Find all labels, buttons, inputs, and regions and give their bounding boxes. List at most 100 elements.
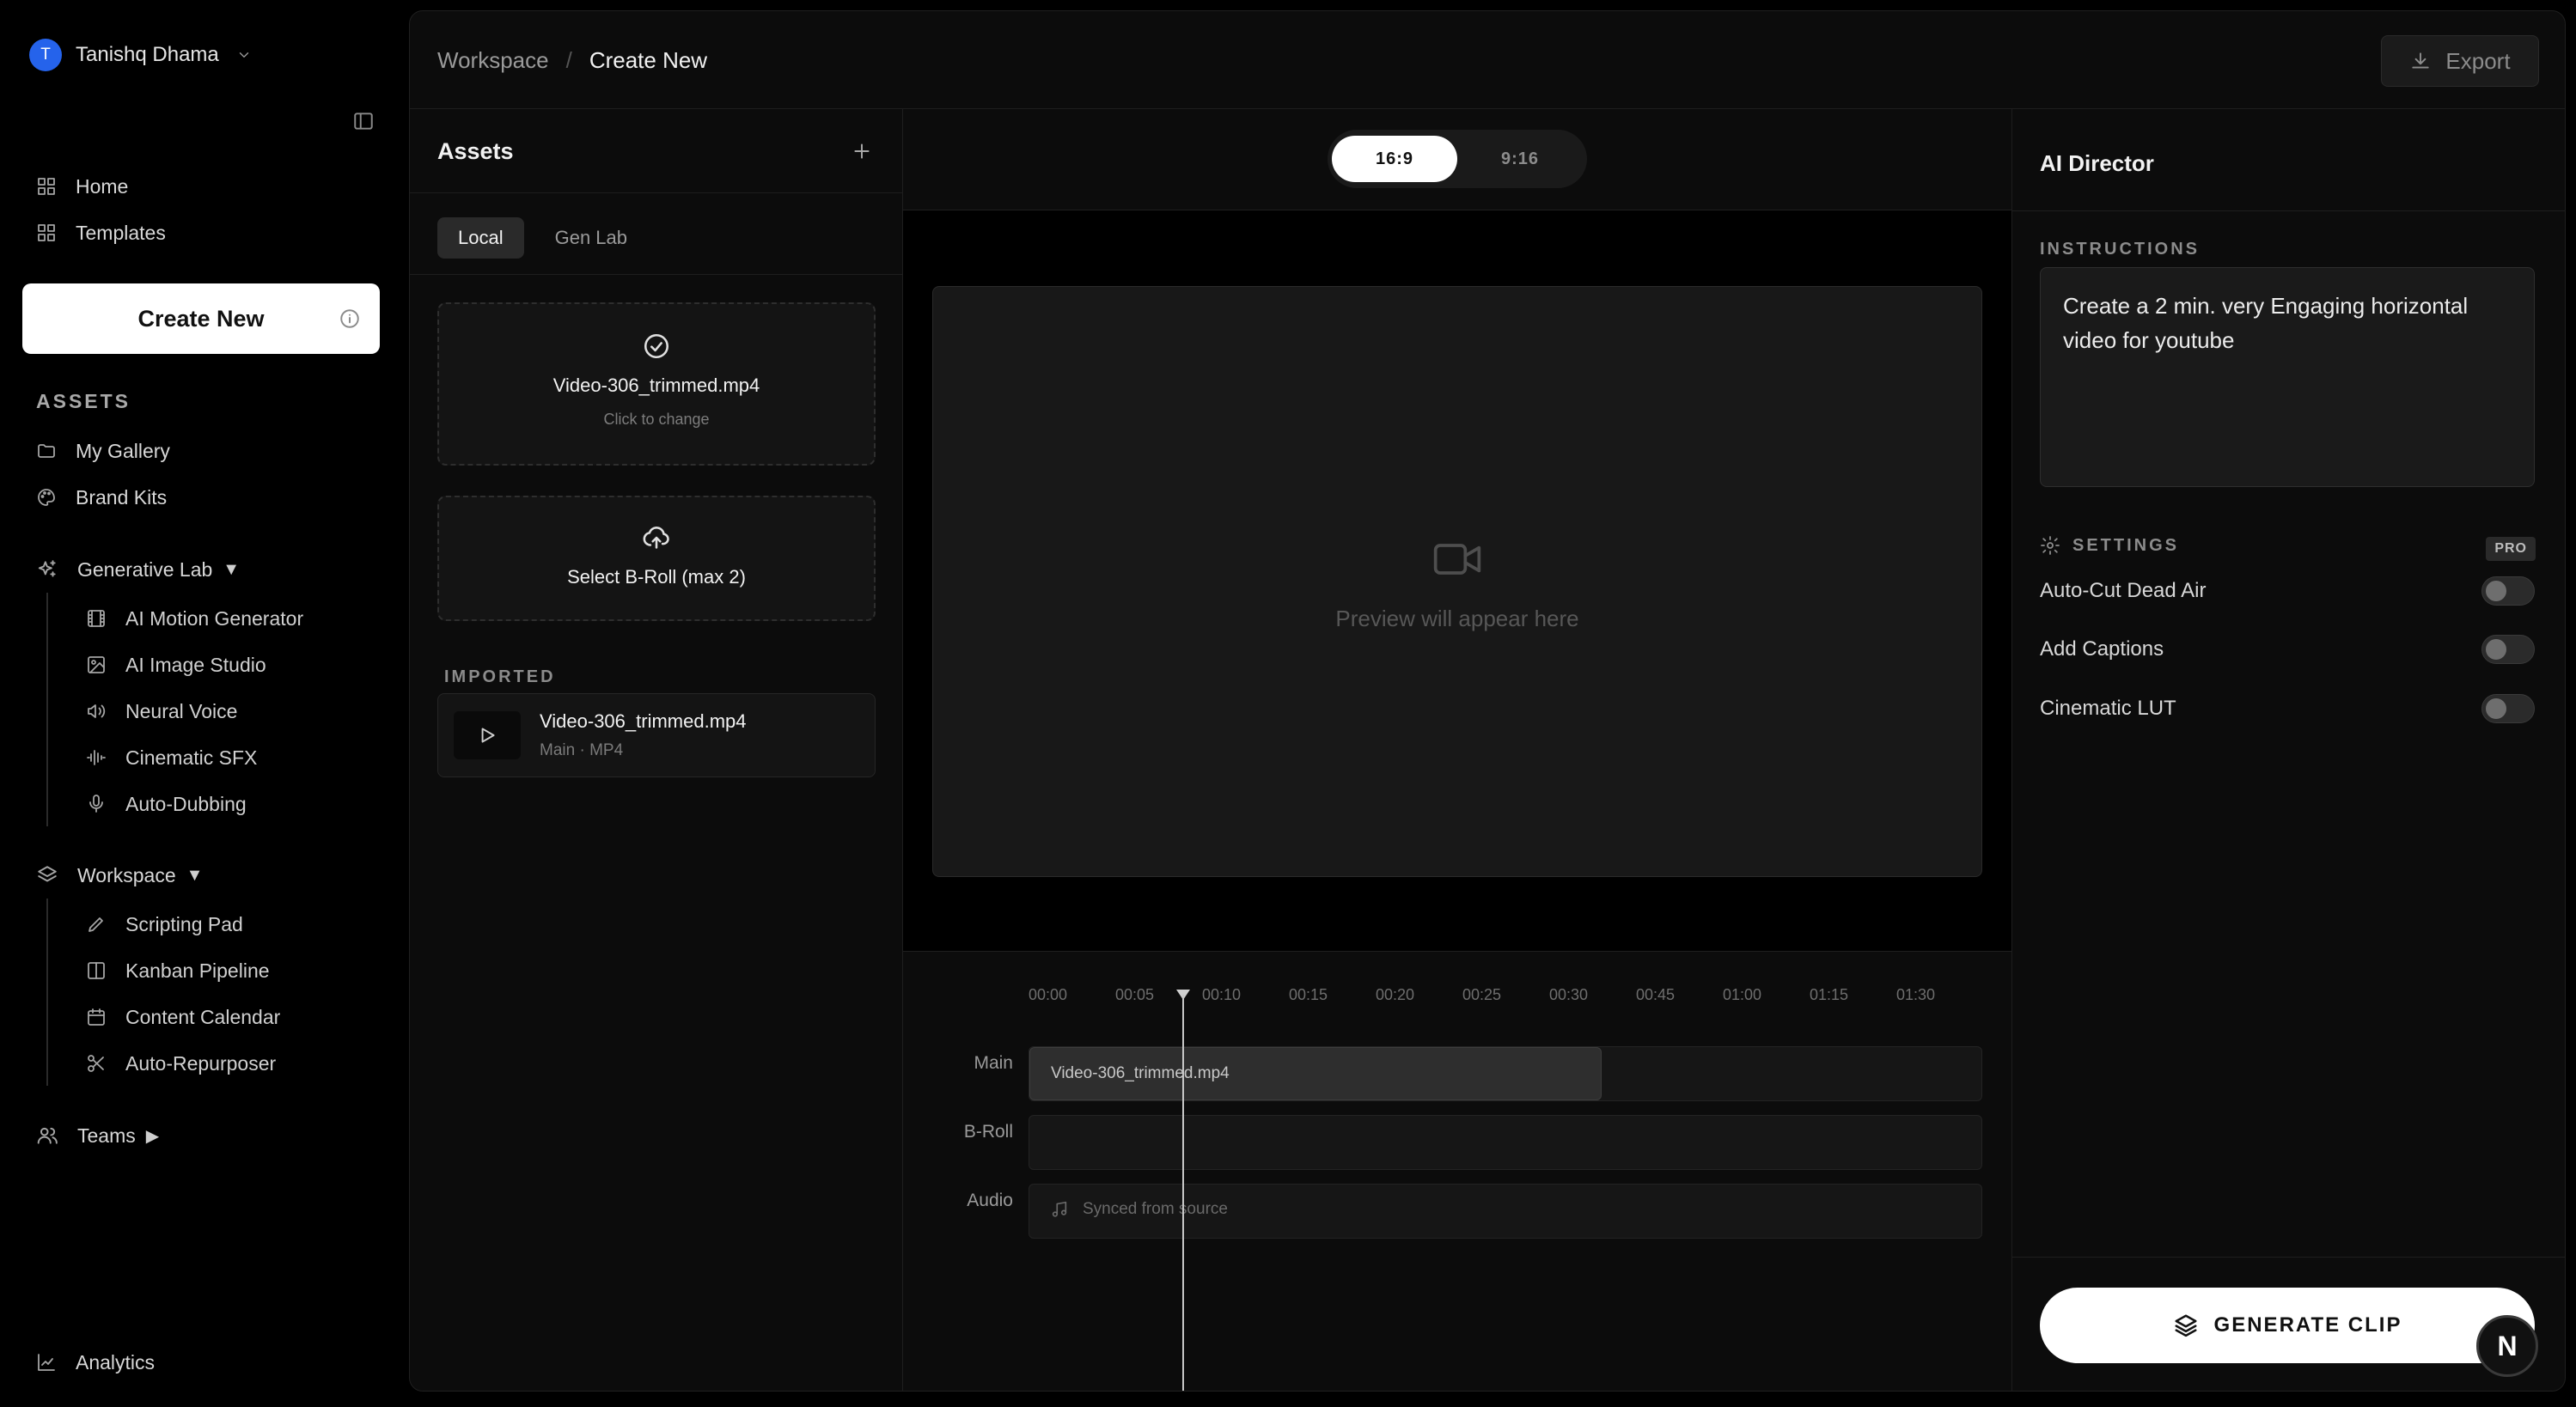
tree-line (46, 593, 48, 826)
nav-home-label: Home (76, 174, 129, 198)
instructions-label: INSTRUCTIONS (2040, 240, 2200, 259)
scripting-pad-label: Scripting Pad (125, 912, 243, 935)
analytics-label: Analytics (76, 1350, 156, 1374)
generative-lab-label: Generative Lab (77, 557, 213, 581)
track-label-audio: Audio (967, 1191, 1013, 1210)
play-icon[interactable] (454, 711, 521, 759)
tab-gen-lab[interactable]: Gen Lab (534, 217, 648, 259)
imported-item[interactable]: Video-306_trimmed.mp4 Main · MP4 (437, 693, 876, 777)
click-to-change-text: Click to change (603, 411, 710, 428)
broll-upload-label: Select B-Roll (max 2) (567, 566, 746, 588)
plus-icon[interactable] (851, 140, 873, 162)
tick-label: 00:00 (1029, 986, 1068, 1003)
generate-clip-label: GENERATE CLIP (2213, 1313, 2402, 1337)
nav-my-gallery[interactable]: My Gallery (36, 434, 170, 468)
users-icon (36, 1124, 58, 1147)
ai-director-title: AI Director (2040, 150, 2154, 176)
caret-down-icon: ▼ (223, 559, 241, 579)
track-broll[interactable] (1029, 1115, 1982, 1170)
nav-home[interactable]: Home (36, 169, 128, 204)
tick-label: 01:15 (1810, 986, 1849, 1003)
nav-cinematic-sfx[interactable]: Cinematic SFX (86, 740, 257, 775)
tree-line (46, 898, 48, 1086)
generate-clip-button[interactable]: GENERATE CLIP (2040, 1288, 2535, 1363)
nav-brand-kits-label: Brand Kits (76, 485, 168, 509)
nav-my-gallery-label: My Gallery (76, 439, 170, 462)
tick-label: 00:20 (1376, 986, 1415, 1003)
caret-right-icon: ▶ (145, 1126, 160, 1146)
nav-analytics[interactable]: Analytics (36, 1345, 155, 1380)
nav-ai-image-studio[interactable]: AI Image Studio (86, 648, 266, 682)
user-menu[interactable]: T Tanishq Dhama (29, 38, 252, 72)
audio-synced-text: Synced from source (1083, 1200, 1228, 1218)
nav-brand-kits[interactable]: Brand Kits (36, 480, 167, 515)
aspect-ratio-toggle: 16:9 9:16 (1328, 130, 1587, 188)
layers-icon (36, 864, 58, 886)
grid-icon (36, 222, 57, 243)
microphone-icon (86, 794, 107, 814)
playhead[interactable] (1182, 995, 1184, 1391)
tick-label: 00:05 (1115, 986, 1155, 1003)
nav-neural-voice[interactable]: Neural Voice (86, 694, 237, 728)
export-button[interactable]: Export (2381, 35, 2539, 87)
instructions-textarea[interactable]: Create a 2 min. very Engaging horizontal… (2040, 267, 2535, 487)
nav-ai-motion-generator[interactable]: AI Motion Generator (86, 601, 303, 636)
auto-cut-toggle[interactable] (2481, 576, 2535, 606)
create-new-label: Create New (137, 305, 265, 332)
cinematic-lut-toggle[interactable] (2481, 694, 2535, 723)
nav-templates[interactable]: Templates (36, 216, 166, 250)
gear-icon (2040, 535, 2060, 556)
preview-stage: Preview will appear here (903, 210, 2011, 951)
main-clip[interactable]: Video-306_trimmed.mp4 (1029, 1047, 1602, 1100)
ratio-16-9[interactable]: 16:9 (1332, 136, 1457, 182)
nav-auto-repurposer[interactable]: Auto-Repurposer (86, 1046, 276, 1081)
preview-placeholder: Preview will appear here (1335, 605, 1579, 631)
audio-track-content: Synced from source (1050, 1200, 1228, 1219)
image-icon (86, 655, 107, 675)
broll-upload[interactable]: Select B-Roll (max 2) (437, 496, 876, 621)
settings-label: SETTINGS (2072, 535, 2180, 555)
track-audio[interactable]: Synced from source (1029, 1184, 1982, 1239)
music-note-icon (1050, 1200, 1069, 1219)
top-bar: Workspace / Create New Export (410, 11, 2565, 109)
workspace-label: Workspace (77, 863, 176, 886)
create-new-button[interactable]: Create New (22, 283, 380, 354)
auto-repurposer-label: Auto-Repurposer (125, 1051, 277, 1075)
sidebar-toggle-icon[interactable] (352, 110, 375, 132)
n-logo-badge[interactable]: N (2476, 1315, 2538, 1377)
ratio-9-16[interactable]: 9:16 (1457, 136, 1583, 182)
neural-voice-label: Neural Voice (125, 699, 238, 722)
track-main[interactable]: Video-306_trimmed.mp4 (1029, 1046, 1982, 1101)
add-captions-toggle[interactable] (2481, 635, 2535, 664)
info-icon[interactable] (339, 308, 361, 330)
divider (410, 274, 902, 275)
palette-icon (36, 487, 57, 508)
ai-motion-generator-label: AI Motion Generator (125, 606, 304, 630)
caret-down-icon: ▼ (186, 865, 204, 885)
breadcrumb-workspace[interactable]: Workspace (437, 47, 549, 74)
tick-label: 00:30 (1549, 986, 1589, 1003)
layers-icon (2173, 1313, 2199, 1338)
nav-auto-dubbing[interactable]: Auto-Dubbing (86, 787, 247, 821)
main-video-upload[interactable]: Video-306_trimmed.mp4 Click to change (437, 302, 876, 466)
sparkles-icon (36, 558, 58, 581)
tick-label: 00:25 (1462, 986, 1502, 1003)
nav-teams[interactable]: Teams ▶ (36, 1118, 159, 1153)
nav-generative-lab[interactable]: Generative Lab ▼ (36, 552, 240, 587)
nav-content-calendar[interactable]: Content Calendar (86, 1000, 280, 1034)
nav-scripting-pad[interactable]: Scripting Pad (86, 907, 243, 941)
timeline[interactable]: 00:00 00:05 00:10 00:15 00:20 00:25 00:3… (903, 951, 2011, 1391)
nav-kanban-pipeline[interactable]: Kanban Pipeline (86, 953, 270, 988)
columns-icon (86, 960, 107, 981)
track-label-broll: B-Roll (963, 1122, 1013, 1142)
cinematic-sfx-label: Cinematic SFX (125, 746, 258, 769)
nav-workspace[interactable]: Workspace ▼ (36, 858, 203, 892)
assets-tabs: Local Gen Lab (437, 217, 648, 259)
imported-label: IMPORTED (444, 667, 556, 686)
divider (2012, 1257, 2565, 1258)
user-name: Tanishq Dhama (76, 43, 219, 66)
tab-local[interactable]: Local (437, 217, 524, 259)
assets-panel: Assets Local Gen Lab Video-306_trimmed.m… (410, 109, 903, 1391)
audio-waveform-icon (86, 747, 107, 768)
tick-label: 00:15 (1289, 986, 1328, 1003)
